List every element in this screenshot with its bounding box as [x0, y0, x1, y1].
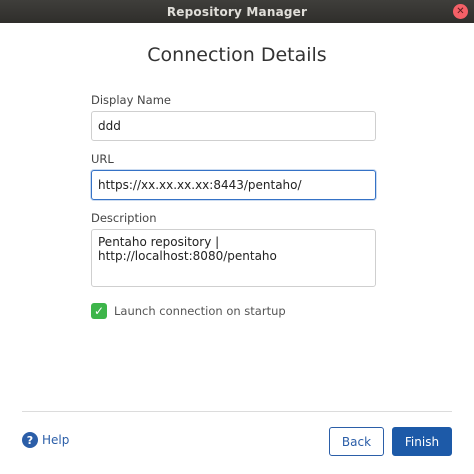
launch-on-startup-row[interactable]: ✓ Launch connection on startup	[91, 303, 286, 319]
launch-on-startup-label: Launch connection on startup	[114, 304, 286, 318]
description-textarea[interactable]: Pentaho repository | http://localhost:80…	[91, 229, 376, 287]
help-label: Help	[42, 433, 70, 447]
window-title: Repository Manager	[166, 4, 308, 19]
finish-button[interactable]: Finish	[392, 427, 452, 456]
url-label: URL	[91, 152, 114, 166]
display-name-input[interactable]	[91, 111, 376, 141]
checkmark-icon: ✓	[93, 304, 105, 318]
url-input[interactable]	[91, 170, 376, 200]
window-titlebar: Repository Manager ✕	[0, 0, 474, 23]
footer-divider	[22, 411, 452, 412]
help-link[interactable]: ? Help	[22, 432, 69, 448]
description-label: Description	[91, 211, 157, 225]
dialog-title: Connection Details	[147, 44, 327, 66]
help-icon: ?	[22, 432, 38, 448]
launch-on-startup-checkbox[interactable]: ✓	[91, 303, 107, 319]
display-name-label: Display Name	[91, 93, 171, 107]
close-icon[interactable]: ✕	[453, 4, 468, 19]
back-button[interactable]: Back	[329, 427, 384, 456]
